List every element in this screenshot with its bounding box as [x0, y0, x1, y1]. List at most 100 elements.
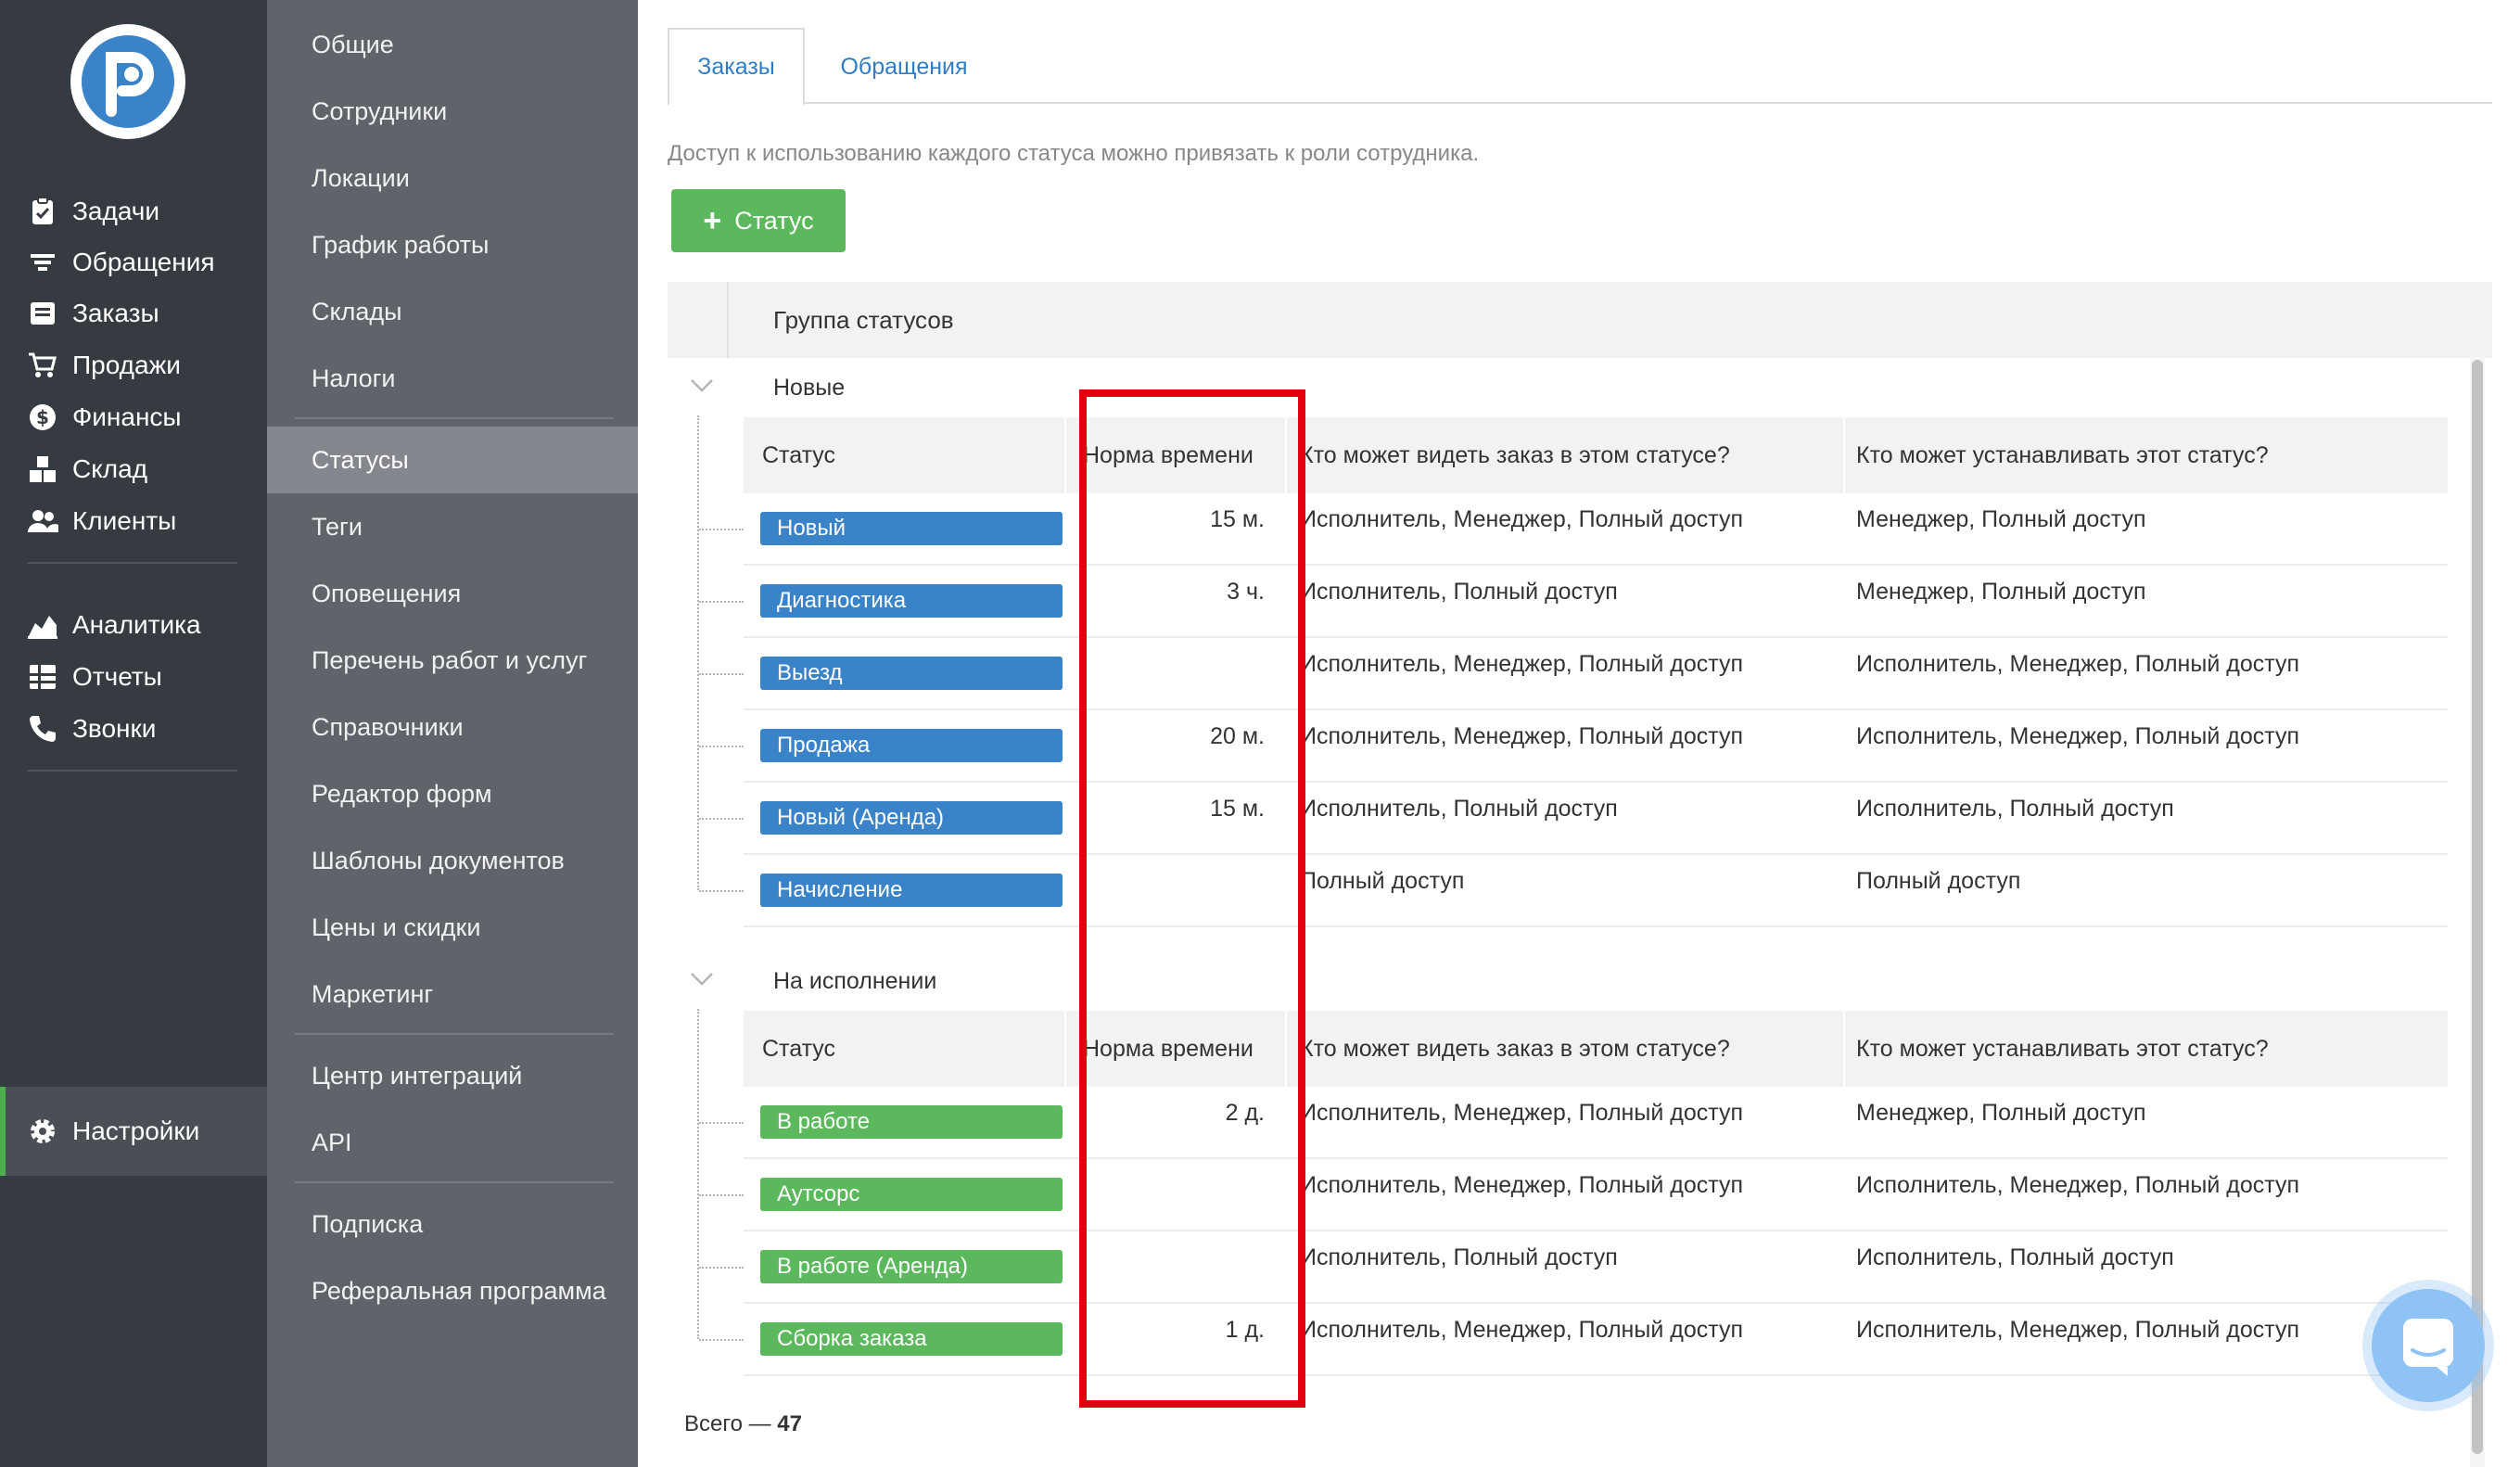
submenu-item-notifications[interactable]: Оповещения	[267, 560, 638, 627]
status-badge[interactable]: Новый (Аренда)	[760, 801, 1063, 835]
submenu-item-schedule[interactable]: График работы	[267, 211, 638, 278]
status-row[interactable]: Начисление Полный доступ Полный доступ	[744, 855, 2448, 927]
permission-roles: Исполнитель, Полный доступ	[1856, 795, 2174, 822]
status-table-header: Статус Норма времени Кто может видеть зака…	[744, 1011, 2448, 1087]
tree-connector	[699, 818, 744, 820]
add-status-button[interactable]: + Статус	[671, 189, 846, 252]
submenu-item-integrations[interactable]: Центр интеграций	[267, 1042, 638, 1109]
tab-orders[interactable]: Заказы	[668, 28, 805, 106]
status-group-title[interactable]: Новые	[668, 358, 2448, 417]
status-group-name: На исполнении	[773, 967, 937, 994]
users-icon	[26, 504, 59, 538]
tab-requests[interactable]: Обращения	[816, 28, 992, 106]
visibility-roles: Исполнитель, Полный доступ	[1300, 578, 1618, 605]
permission-roles: Исполнитель, Менеджер, Полный доступ	[1856, 1316, 2300, 1343]
visibility-roles: Исполнитель, Менеджер, Полный доступ	[1300, 505, 1744, 532]
plus-icon: +	[703, 203, 722, 238]
time-norm-value	[1077, 1159, 1270, 1211]
submenu-divider	[295, 417, 614, 419]
page-description: Доступ к использованию каждого статуса м…	[668, 141, 1480, 166]
status-row[interactable]: Аутсорс Исполнитель, Менеджер, Полный дос…	[744, 1159, 2448, 1231]
nav-divider	[28, 562, 237, 564]
submenu-item-services[interactable]: Перечень работ и услуг	[267, 627, 638, 694]
app-logo[interactable]	[70, 24, 185, 139]
chevron-down-icon[interactable]	[688, 375, 716, 397]
time-norm-value: 15 м.	[1210, 795, 1265, 822]
submenu-item-prices[interactable]: Цены и скидки	[267, 894, 638, 961]
app-window: Задачи Обращения Заказы Продажи $ Финанс…	[0, 0, 2520, 1467]
group-column-header: Группа статусов	[773, 305, 954, 334]
time-norm-value: 20 м.	[1210, 722, 1265, 749]
column-divider	[1064, 1011, 1066, 1087]
status-badge[interactable]: В работе	[760, 1105, 1063, 1139]
tree-connector	[699, 529, 744, 530]
nav-item-settings[interactable]: Настройки	[0, 1087, 267, 1176]
settings-submenu: Общие Сотрудники Локации График работы С…	[267, 0, 638, 1467]
status-badge[interactable]: Диагностика	[760, 584, 1063, 618]
main-content: Заказы Обращения Доступ к использованию …	[638, 0, 2520, 1467]
nav-item-clients[interactable]: Клиенты	[0, 477, 267, 566]
status-group-title[interactable]: На исполнении	[668, 951, 2448, 1011]
status-badge[interactable]: Сборка заказа	[760, 1322, 1063, 1356]
column-header-norm: Норма времени	[1083, 441, 1254, 468]
status-row[interactable]: Диагностика 3 ч. Исполнитель, Полный досту…	[744, 566, 2448, 638]
status-badge[interactable]: Новый	[760, 512, 1063, 545]
submenu-item-doc-templates[interactable]: Шаблоны документов	[267, 827, 638, 894]
status-row[interactable]: Продажа 20 м. Исполнитель, Менеджер, Полны…	[744, 710, 2448, 783]
permission-roles: Исполнитель, Менеджер, Полный доступ	[1856, 722, 2300, 749]
column-divider	[1843, 1011, 1845, 1087]
gear-icon	[26, 1115, 59, 1148]
permission-roles: Полный доступ	[1856, 867, 2021, 894]
permission-roles: Менеджер, Полный доступ	[1856, 1099, 2146, 1126]
tree-connector	[699, 1194, 744, 1196]
status-row[interactable]: Выезд Исполнитель, Менеджер, Полный досту…	[744, 638, 2448, 710]
submenu-item-tags[interactable]: Теги	[267, 493, 638, 560]
time-norm-value: 1 д.	[1225, 1316, 1265, 1343]
chevron-down-icon[interactable]	[688, 968, 716, 990]
time-norm-value	[1077, 855, 1270, 907]
column-header-visibility: Кто может видеть заказ в этом статусе?	[1300, 441, 1730, 468]
status-row[interactable]: Сборка заказа 1 д. Исполнитель, Менеджер, …	[744, 1304, 2448, 1376]
visibility-roles: Исполнитель, Менеджер, Полный доступ	[1300, 722, 1744, 749]
nav-item-calls[interactable]: Звонки	[0, 684, 267, 773]
submenu-item-form-editor[interactable]: Редактор форм	[267, 760, 638, 827]
submenu-item-locations[interactable]: Локации	[267, 145, 638, 211]
submenu-item-warehouses[interactable]: Склады	[267, 278, 638, 345]
visibility-roles: Исполнитель, Менеджер, Полный доступ	[1300, 650, 1744, 677]
submenu-item-general[interactable]: Общие	[267, 11, 638, 78]
submenu-item-taxes[interactable]: Налоги	[267, 345, 638, 412]
permission-roles: Менеджер, Полный доступ	[1856, 578, 2146, 605]
submenu-item-referral[interactable]: Реферальная программа	[267, 1257, 638, 1324]
column-divider	[1285, 417, 1287, 493]
phone-icon	[26, 712, 59, 746]
column-header-permission: Кто может устанавливать этот статус?	[1856, 1035, 2269, 1062]
submenu-item-references[interactable]: Справочники	[267, 694, 638, 760]
status-badge[interactable]: Начисление	[760, 874, 1063, 907]
chat-widget-button[interactable]	[2372, 1289, 2485, 1402]
tree-connector	[699, 1122, 744, 1124]
visibility-roles: Исполнитель, Менеджер, Полный доступ	[1300, 1171, 1744, 1198]
submenu-item-statuses[interactable]: Статусы	[267, 427, 638, 493]
status-badge[interactable]: Продажа	[760, 729, 1063, 762]
nav-item-label: Звонки	[72, 714, 157, 743]
total-count: Всего — 47	[684, 1411, 802, 1437]
permission-roles: Исполнитель, Полный доступ	[1856, 1244, 2174, 1270]
add-status-label: Статус	[734, 206, 814, 235]
column-divider	[1843, 417, 1845, 493]
status-row[interactable]: Новый (Аренда) 15 м. Исполнитель, Полный д…	[744, 783, 2448, 855]
column-header-visibility: Кто может видеть заказ в этом статусе?	[1300, 1035, 1730, 1062]
submenu-item-api[interactable]: API	[267, 1109, 638, 1176]
status-row[interactable]: В работе 2 д. Исполнитель, Менеджер, Полны…	[744, 1087, 2448, 1159]
time-norm-value	[1077, 1231, 1270, 1283]
submenu-item-employees[interactable]: Сотрудники	[267, 78, 638, 145]
chat-bubble-icon	[2403, 1319, 2453, 1376]
status-badge[interactable]: Аутсорс	[760, 1178, 1063, 1211]
status-badge[interactable]: В работе (Аренда)	[760, 1250, 1063, 1283]
status-row[interactable]: Новый 15 м. Исполнитель, Менеджер, Полный …	[744, 493, 2448, 566]
status-row[interactable]: В работе (Аренда) Исполнитель, Полный дос…	[744, 1231, 2448, 1304]
submenu-item-subscription[interactable]: Подписка	[267, 1191, 638, 1257]
submenu-item-marketing[interactable]: Маркетинг	[267, 961, 638, 1027]
status-badge[interactable]: Выезд	[760, 657, 1063, 690]
nav-divider	[28, 770, 237, 772]
visibility-roles: Исполнитель, Полный доступ	[1300, 795, 1618, 822]
